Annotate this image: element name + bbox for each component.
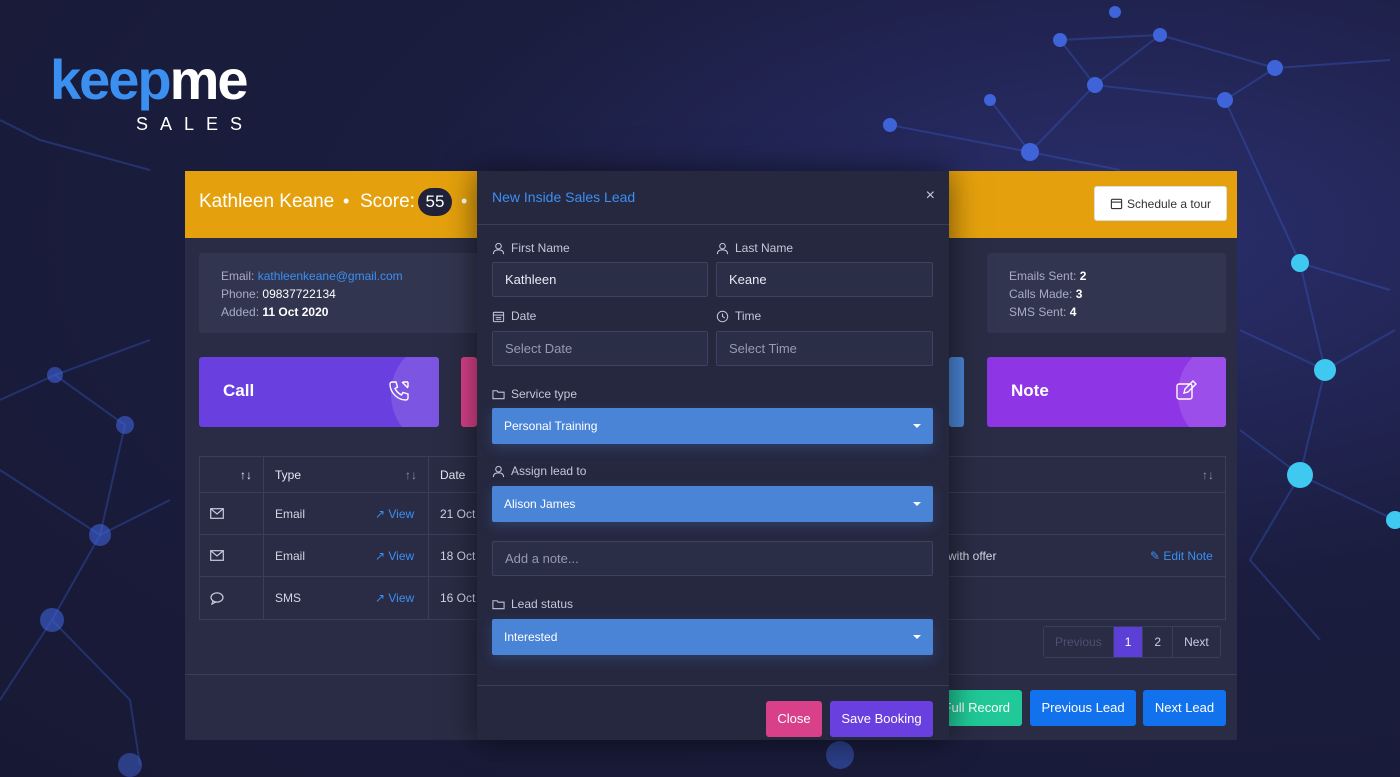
assign-lead-value: Alison James <box>504 497 576 511</box>
added-row: Added: 11 Oct 2020 <box>221 305 329 319</box>
view-link[interactable]: ↗ View <box>375 493 414 534</box>
view-link[interactable]: ↗ View <box>375 577 414 619</box>
calendar-icon <box>1110 198 1123 210</box>
modal-title: New Inside Sales Lead <box>492 189 636 205</box>
envelope-icon <box>210 493 224 534</box>
date-label: Date <box>492 309 536 323</box>
modal-header-divider <box>477 224 949 225</box>
assign-lead-label: Assign lead to <box>492 464 586 478</box>
modal-close-icon[interactable]: × <box>926 187 935 205</box>
previous-lead-button[interactable]: Previous Lead <box>1030 690 1136 726</box>
pagination-next[interactable]: Next <box>1173 627 1220 657</box>
logo-me: me <box>169 48 249 111</box>
row-type: Email <box>275 548 306 563</box>
service-type-value: Personal Training <box>504 419 598 433</box>
separator-dot: • <box>461 191 468 211</box>
user-icon <box>492 242 505 254</box>
score-badge: 55 <box>418 188 452 216</box>
service-type-label: Service type <box>492 387 577 401</box>
call-action-button[interactable]: Call <box>199 357 439 427</box>
next-lead-button[interactable]: Next Lead <box>1143 690 1226 726</box>
schedule-tour-label: Schedule a tour <box>1126 196 1212 211</box>
row-type: Email <box>275 506 306 521</box>
note-action-button[interactable]: Note <box>987 357 1226 427</box>
column-header-type[interactable]: Type <box>275 457 301 492</box>
pagination-page-2[interactable]: 2 <box>1143 627 1174 657</box>
folder-icon <box>492 389 505 399</box>
email-row: Email: kathleenkeane@gmail.com <box>221 269 403 283</box>
caret-down-icon <box>913 502 921 506</box>
user-icon <box>492 465 505 477</box>
logo-wordmark: keepme <box>50 48 254 112</box>
stats-card: Emails Sent: 2 Calls Made: 3 SMS Sent: 4 <box>987 253 1226 333</box>
note-label: Note <box>1011 381 1049 400</box>
schedule-tour-button[interactable]: Schedule a tour <box>1094 186 1227 221</box>
time-input[interactable]: Select Time <box>716 331 933 366</box>
contact-info-card: Email: kathleenkeane@gmail.com Phone: 09… <box>199 253 489 333</box>
folder-icon <box>492 599 505 609</box>
envelope-icon <box>210 535 224 576</box>
row-type: SMS <box>275 591 302 605</box>
score-label: Score: <box>360 191 415 212</box>
row-date: 16 Oct <box>440 591 476 605</box>
calls-made-row: Calls Made: 3 <box>1009 287 1083 301</box>
email-link[interactable]: kathleenkeane@gmail.com <box>258 269 403 283</box>
logo-subtitle: SALES <box>136 114 255 134</box>
separator-dot: • <box>343 191 350 211</box>
lead-name: Kathleen Keane <box>199 191 335 212</box>
lead-status-label: Lead status <box>492 597 573 611</box>
last-name-label: Last Name <box>716 241 793 255</box>
added-value: 11 Oct 2020 <box>262 305 329 319</box>
pagination: Previous 1 2 Next <box>1043 626 1221 658</box>
first-name-input[interactable]: Kathleen <box>492 262 708 297</box>
phone-value: 09837722134 <box>262 287 336 301</box>
chat-bubble-icon <box>210 577 224 619</box>
modal-footer-divider <box>477 685 949 686</box>
sort-icon[interactable]: ↑↓ <box>240 457 252 492</box>
note-input[interactable]: Add a note... <box>492 541 933 576</box>
lead-status-value: Interested <box>504 630 558 644</box>
sort-icon[interactable]: ↑↓ <box>405 457 417 492</box>
clock-icon <box>716 310 729 322</box>
call-label: Call <box>223 381 255 400</box>
pagination-previous[interactable]: Previous <box>1044 627 1114 657</box>
user-icon <box>716 242 729 254</box>
close-button[interactable]: Close <box>766 701 822 737</box>
caret-down-icon <box>913 424 921 428</box>
last-name-input[interactable]: Keane <box>716 262 933 297</box>
lead-status-select[interactable]: Interested <box>492 619 933 655</box>
row-details: with offer <box>948 548 997 563</box>
sms-action-button-partial[interactable] <box>949 357 964 427</box>
view-link[interactable]: ↗ View <box>375 535 414 576</box>
assign-lead-select[interactable]: Alison James <box>492 486 933 522</box>
date-input[interactable]: Select Date <box>492 331 708 366</box>
edit-note-link[interactable]: ✎ Edit Note <box>1150 535 1213 576</box>
calendar-icon <box>492 311 505 322</box>
column-header-date[interactable]: Date <box>440 457 465 492</box>
new-lead-modal: New Inside Sales Lead × First Name Last … <box>477 171 949 740</box>
edit-note-icon <box>1176 380 1197 400</box>
row-date: 21 Oct <box>440 506 476 521</box>
time-label: Time <box>716 309 761 323</box>
sms-sent-row: SMS Sent: 4 <box>1009 305 1077 319</box>
emails-sent-row: Emails Sent: 2 <box>1009 269 1087 283</box>
keepme-logo: keepme SALES <box>50 48 254 135</box>
service-type-select[interactable]: Personal Training <box>492 408 933 444</box>
phone-icon <box>389 381 409 401</box>
row-date: 18 Oct <box>440 548 476 563</box>
caret-down-icon <box>913 635 921 639</box>
first-name-label: First Name <box>492 241 570 255</box>
save-booking-button[interactable]: Save Booking <box>830 701 933 737</box>
logo-keep: keep <box>50 48 172 111</box>
pagination-page-1[interactable]: 1 <box>1113 627 1144 657</box>
email-action-button-partial[interactable] <box>461 357 477 427</box>
sort-icon[interactable]: ↑↓ <box>1202 457 1214 492</box>
phone-row: Phone: 09837722134 <box>221 287 336 301</box>
